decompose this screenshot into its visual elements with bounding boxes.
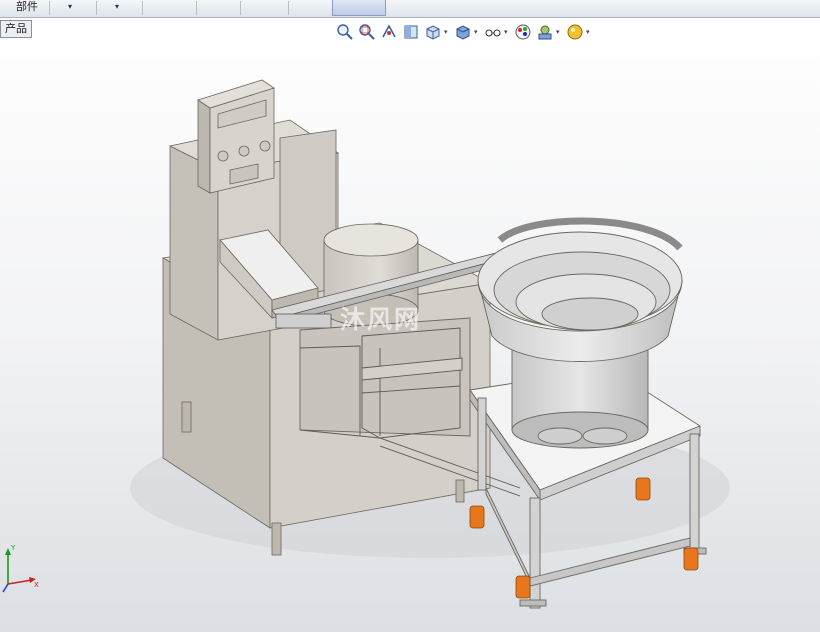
graphics-area[interactable]: 产品 ▾ ▾ ▾ ▾ ▾ 沐风网 Y X — [0, 18, 820, 632]
previous-view-icon[interactable] — [380, 23, 398, 41]
dropdown-caret[interactable]: ▾ — [444, 28, 448, 36]
dropdown-caret[interactable]: ▾ — [504, 28, 508, 36]
z-axis-line — [2, 583, 9, 593]
active-command-button[interactable] — [332, 0, 386, 16]
dropdown-caret[interactable]: ▾ — [556, 28, 560, 36]
toolbar-separator — [288, 1, 289, 15]
edit-appearance-icon[interactable] — [514, 23, 532, 41]
watermark-text: 沐风网 — [340, 305, 422, 334]
feature-tree-tab[interactable]: 产品 — [0, 20, 32, 38]
x-axis-line — [7, 579, 33, 585]
dropdown-caret[interactable]: ▾ — [474, 28, 478, 36]
zoom-to-fit-icon[interactable] — [336, 23, 354, 41]
toolbar-separator — [142, 1, 143, 15]
toolbar-separator — [96, 1, 97, 15]
hide-show-items-icon[interactable] — [484, 23, 502, 41]
section-view-icon[interactable] — [402, 23, 420, 41]
command-manager-bar: 部件 ▾ ▾ — [0, 0, 820, 18]
reference-triad: Y X — [2, 544, 39, 593]
dropdown-caret[interactable]: ▾ — [68, 2, 72, 11]
view-orientation-icon[interactable] — [424, 23, 442, 41]
apply-scene-icon[interactable] — [536, 23, 554, 41]
dropdown-caret[interactable]: ▾ — [586, 28, 590, 36]
y-axis-label: Y — [10, 544, 16, 552]
toolbar-separator — [49, 1, 50, 15]
toolbar-separator — [196, 1, 197, 15]
x-axis-label: X — [34, 581, 39, 589]
view-settings-icon[interactable] — [566, 23, 584, 41]
toolbar-separator — [240, 1, 241, 15]
control-panel — [197, 79, 275, 194]
assembly-tab[interactable]: 部件 — [14, 0, 40, 16]
display-style-icon[interactable] — [454, 23, 472, 41]
dropdown-caret[interactable]: ▾ — [115, 2, 119, 11]
zoom-to-area-icon[interactable] — [358, 23, 376, 41]
